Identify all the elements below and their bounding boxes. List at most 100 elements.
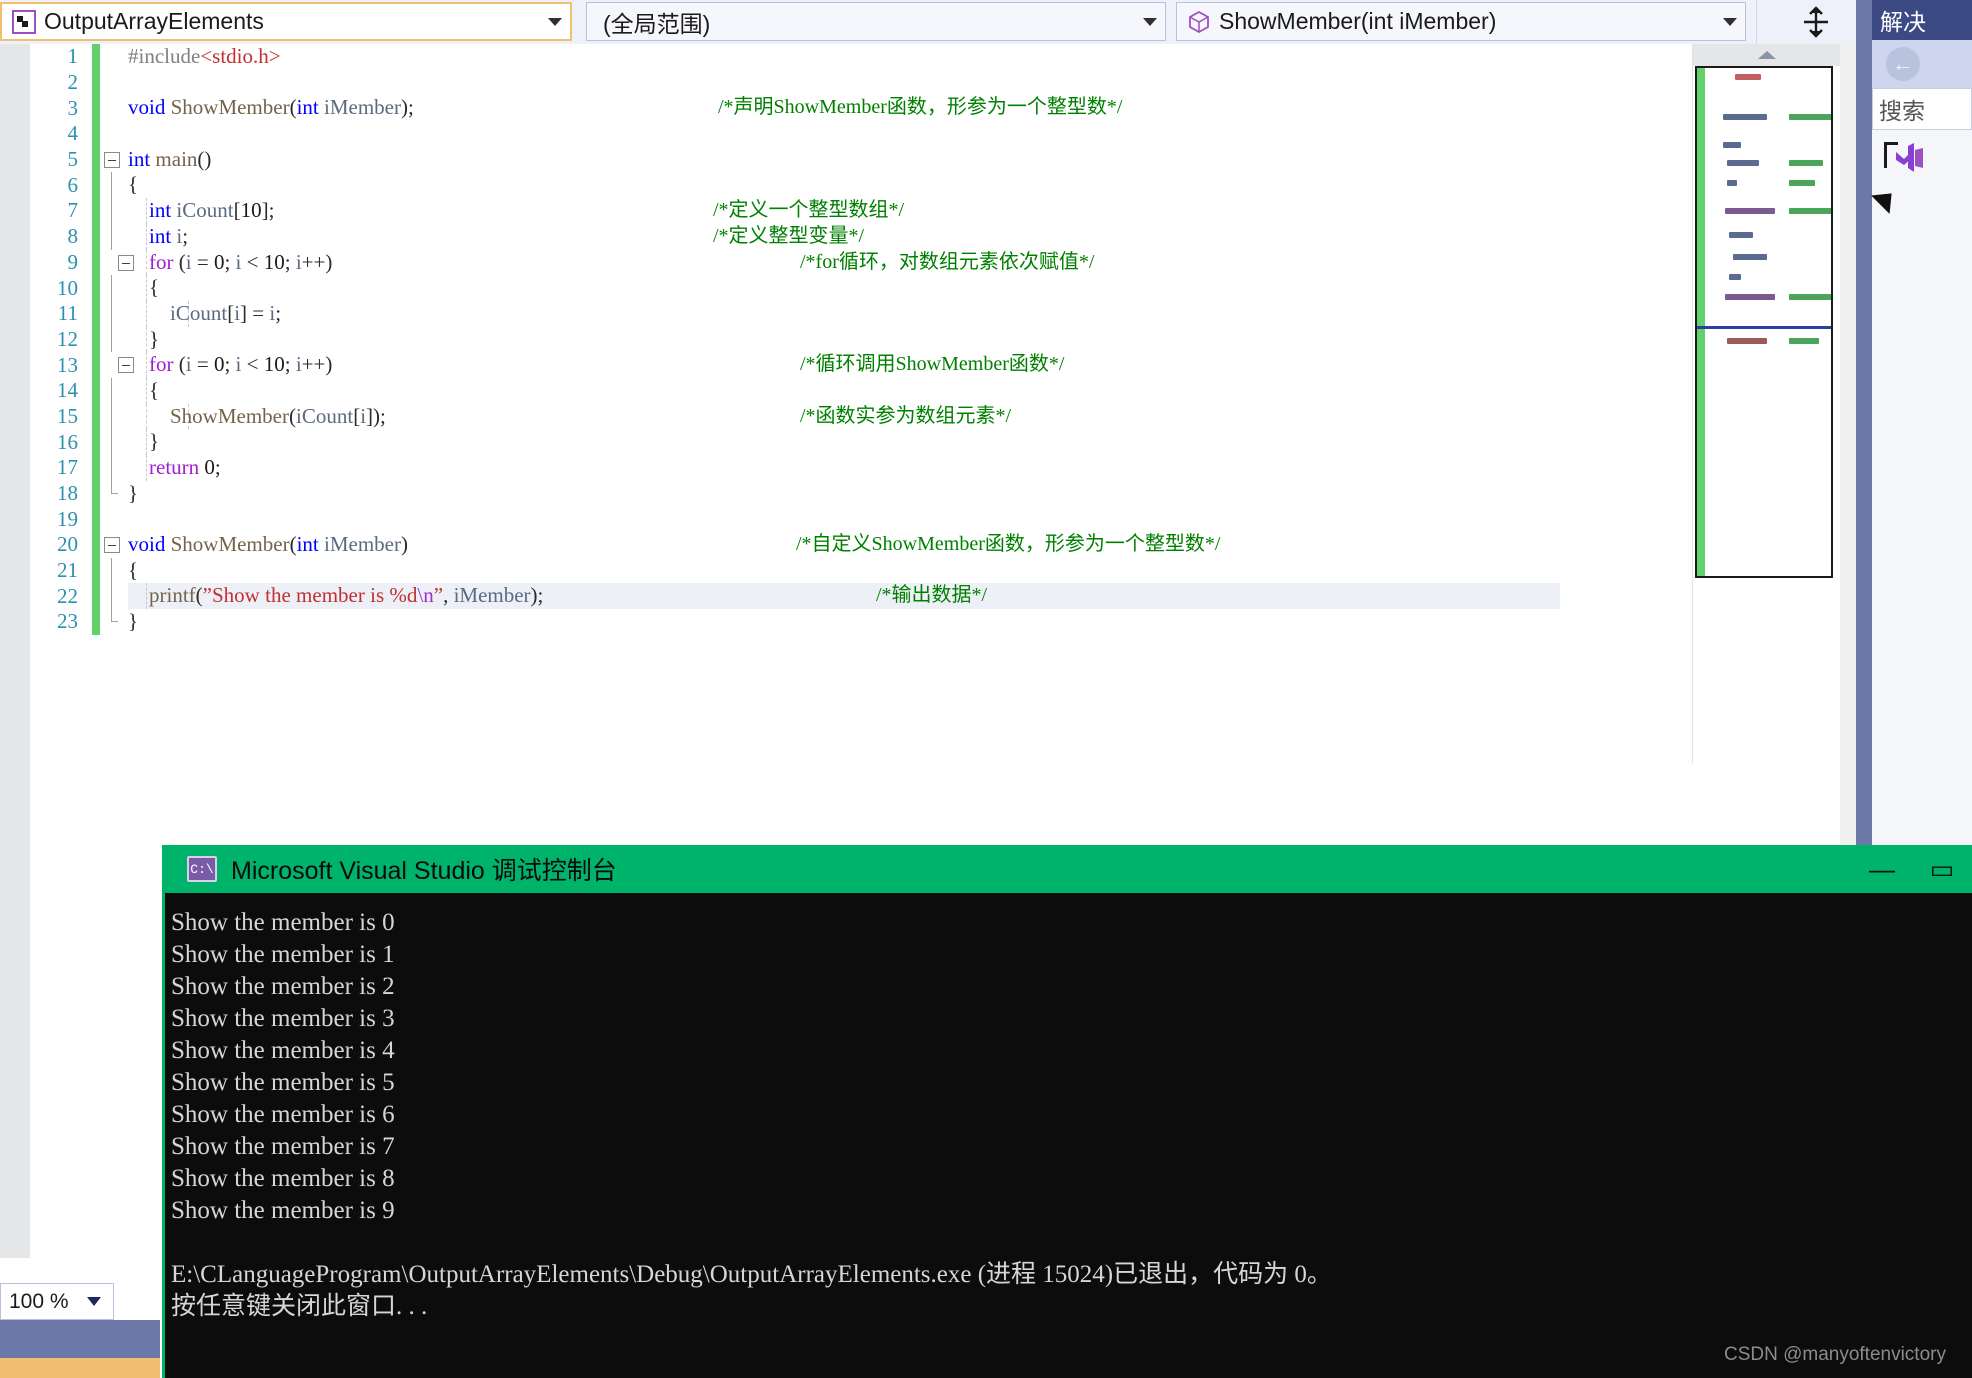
solution-root-node[interactable] [1882,140,1962,180]
code-text[interactable] [128,121,1560,147]
code-line[interactable]: 21 { [0,557,1560,584]
zoom-level-control[interactable]: 100 % [0,1283,114,1320]
fold-column[interactable] [100,557,128,584]
code-source: int main() [128,146,212,171]
project-selector-value: OutputArrayElements [44,8,264,34]
code-line[interactable]: 19 [0,506,1560,533]
code-text[interactable]: { [128,275,1560,301]
fold-column[interactable] [100,480,128,507]
code-line[interactable]: 16 } [0,429,1560,455]
code-line[interactable]: 6{ [0,172,1560,199]
scope-selector-value: (全局范围) [603,10,711,37]
code-text[interactable]: } [128,326,1560,353]
code-line[interactable]: 9 for (i = 0; i < 10; i++) /*for循环，对数组元素依… [0,249,1560,276]
code-line[interactable]: 4 [0,121,1560,147]
code-line[interactable]: 7 int iCount[10]; /*定义一个整型数组*/ [0,198,1560,224]
code-text[interactable]: int iCount[10]; /*定义一个整型数组*/ [128,198,1560,224]
code-source: void ShowMember(int iMember) [128,532,408,557]
minimap-line [1725,294,1775,300]
code-line[interactable]: 3 void ShowMember(int iMember); /*声明ShowMe… [0,95,1560,122]
code-text[interactable]: #include<stdio.h> [128,44,1560,70]
code-text[interactable]: int main() [128,147,1560,173]
console-title-bar[interactable]: C:\ Microsoft Visual Studio 调试控制台 — ▭ [165,845,1972,893]
line-number: 14 [57,378,78,403]
project-selector-combo[interactable]: OutputArrayElements [0,2,572,41]
fold-column[interactable] [100,583,128,610]
minimap-collapse-header[interactable] [1693,44,1840,66]
code-text[interactable] [128,70,1560,96]
minimize-icon[interactable]: — [1852,845,1912,893]
code-text[interactable]: return 0; [128,455,1560,481]
fold-column[interactable] [100,429,128,455]
fold-column[interactable] [100,250,134,276]
console-output-line: Show the member is 2 [171,973,395,1000]
function-selector-combo[interactable]: ShowMember(int iMember) [1176,2,1746,41]
code-text[interactable]: for (i = 0; i < 10; i++) /*for循环，对数组元素依次赋… [128,249,1560,276]
fold-column[interactable] [100,532,128,558]
code-line[interactable]: 13 for (i = 0; i < 10; i++) /*循环调用ShowMem… [0,352,1560,378]
code-line[interactable]: 2 [0,69,1560,96]
debug-console-window[interactable]: C:\ Microsoft Visual Studio 调试控制台 — ▭ Sh… [162,845,1972,1378]
fold-column[interactable] [100,403,128,430]
code-text[interactable]: { [128,172,1560,198]
code-line[interactable]: 11 iCount[i] = i; [0,300,1560,327]
fold-column[interactable] [100,121,128,147]
back-arrow-icon[interactable]: ← [1886,47,1920,81]
fold-column[interactable] [100,455,128,481]
code-text[interactable]: ShowMember(iCount[i]); /*函数实参为数组元素*/ [128,403,1560,430]
zoom-chevron-down-icon[interactable] [87,1297,101,1306]
code-line[interactable]: 20 void ShowMember(int iMember) /*自定义ShowM… [0,532,1560,558]
code-line[interactable]: 14 { [0,377,1560,404]
code-text[interactable]: for (i = 0; i < 10; i++) /*循环调用ShowMember… [128,352,1560,378]
fold-column[interactable] [100,377,128,404]
fold-column[interactable] [100,326,128,353]
fold-column[interactable] [100,95,128,121]
solution-search-input[interactable]: 搜索 [1872,88,1972,130]
scope-selector-chevron-down-icon[interactable] [1135,15,1165,29]
code-line[interactable]: 12 } [0,326,1560,353]
fold-column[interactable] [100,300,128,327]
collapse-minus-icon[interactable] [104,151,120,168]
function-selector-chevron-down-icon[interactable] [1715,15,1745,29]
code-text[interactable] [128,506,1560,532]
code-line[interactable]: 17 return 0; [0,455,1560,481]
code-line[interactable]: 23} [0,609,1560,635]
code-line[interactable]: 22 printf(”Show the member is %d\n”, iMe… [0,583,1560,610]
code-line[interactable]: 1 #include<stdio.h> [0,44,1560,70]
scope-selector-combo[interactable]: (全局范围) [586,2,1166,41]
collapse-minus-icon[interactable] [104,537,120,554]
fold-column[interactable] [100,275,128,301]
maximize-icon[interactable]: ▭ [1912,845,1972,893]
code-line[interactable]: 5 int main() [0,146,1560,173]
code-line[interactable]: 10 { [0,275,1560,301]
code-line[interactable]: 8 int i; /*定义整型变量*/ [0,223,1560,250]
fold-column[interactable] [100,147,128,173]
code-text[interactable]: { [128,558,1560,584]
fold-column[interactable] [100,352,134,378]
code-text[interactable]: void ShowMember(int iMember) /*自定义ShowMem… [128,532,1560,558]
line-number: 2 [67,70,79,95]
code-text[interactable]: int i; /*定义整型变量*/ [128,223,1560,250]
change-margin [92,583,100,610]
fold-column[interactable] [100,609,128,635]
code-line[interactable]: 15 ShowMember(iCount[i]); /*函数实参为数组元素*/ [0,403,1560,430]
code-text[interactable]: } [128,429,1560,455]
line-number: 1 [67,44,79,69]
code-text[interactable]: void ShowMember(int iMember); /*声明ShowMem… [128,95,1560,121]
project-selector-chevron-down-icon[interactable] [540,15,570,29]
code-text[interactable]: { [128,377,1560,404]
code-text[interactable]: } [128,609,1560,635]
fold-column[interactable] [100,223,128,250]
code-text[interactable]: iCount[i] = i; [128,300,1560,327]
code-minimap[interactable] [1692,44,1840,764]
minimap-viewport[interactable] [1695,66,1833,578]
fold-column[interactable] [100,506,128,532]
fold-column[interactable] [100,198,128,224]
fold-column[interactable] [100,172,128,199]
code-text[interactable]: } [128,481,1560,507]
code-text[interactable]: printf(”Show the member is %d\n”, iMembe… [128,583,1560,610]
fold-column[interactable] [100,44,128,70]
fold-column[interactable] [100,70,128,96]
code-line[interactable]: 18} [0,480,1560,507]
